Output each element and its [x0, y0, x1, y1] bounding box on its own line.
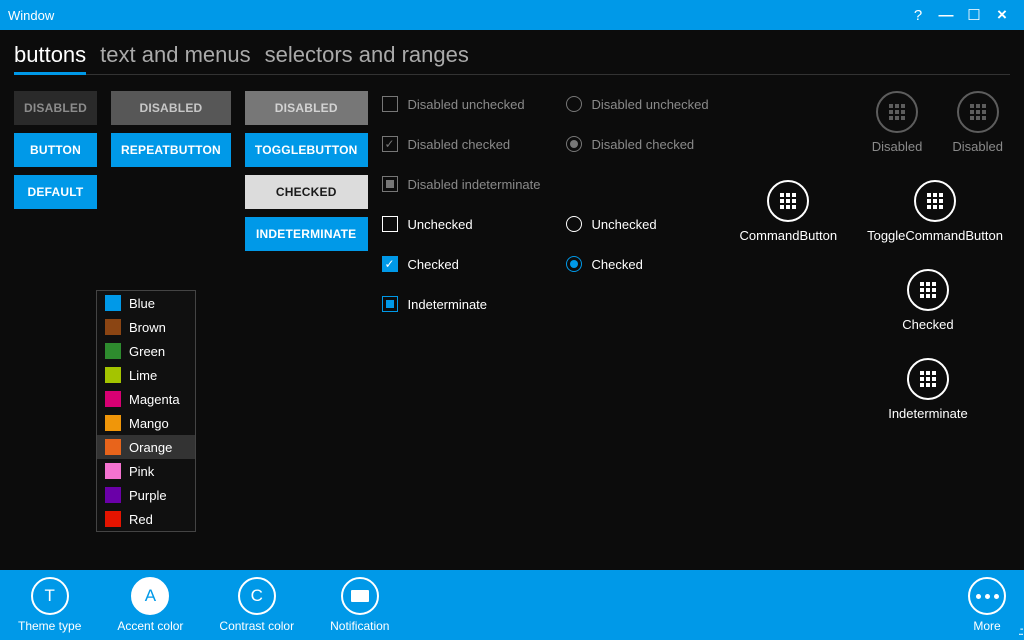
appbar: TTheme type AAccent color CContrast colo…: [0, 570, 1024, 640]
grid-icon: [889, 104, 905, 120]
checkbox-disabled-unchecked: Disabled unchecked: [382, 91, 552, 117]
default-button[interactable]: DEFAULT: [14, 175, 97, 209]
disabled-button-2: DISABLED: [111, 91, 231, 125]
color-label: Lime: [129, 368, 157, 383]
app-notification[interactable]: Notification: [330, 577, 389, 633]
color-swatch: [105, 391, 121, 407]
checkbox-col: Disabled unchecked Disabled checked Disa…: [382, 91, 552, 317]
cmd-checked[interactable]: Checked: [853, 269, 1003, 332]
color-label: Red: [129, 512, 153, 527]
cmd-indeterminate[interactable]: Indeterminate: [853, 358, 1003, 421]
tab-buttons[interactable]: buttons: [14, 42, 86, 75]
color-swatch: [105, 511, 121, 527]
repeat-button[interactable]: REPEATBUTTON: [111, 133, 231, 167]
cmd-disabled-2: Disabled: [952, 91, 1003, 154]
radio-disabled-unchecked: Disabled unchecked: [566, 91, 726, 117]
cmd-disabled-1: Disabled: [872, 91, 923, 154]
color-label: Brown: [129, 320, 166, 335]
tab-text-menus[interactable]: text and menus: [100, 42, 250, 72]
color-option-green[interactable]: Green: [97, 339, 195, 363]
color-label: Green: [129, 344, 165, 359]
button-col: DISABLED BUTTON DEFAULT: [14, 91, 97, 209]
color-option-red[interactable]: Red: [97, 507, 195, 531]
app-more[interactable]: More: [968, 577, 1006, 633]
rectangle-icon: [351, 590, 369, 602]
maximize-icon[interactable]: ☐: [960, 6, 988, 24]
color-swatch: [105, 319, 121, 335]
close-icon[interactable]: ×: [988, 5, 1016, 25]
titlebar: Window ? — ☐ ×: [0, 0, 1024, 30]
color-label: Orange: [129, 440, 172, 455]
color-option-blue[interactable]: Blue: [97, 291, 195, 315]
checkbox-checked[interactable]: Checked: [382, 251, 552, 277]
grid-icon: [920, 371, 936, 387]
color-label: Purple: [129, 488, 167, 503]
checked-button[interactable]: CHECKED: [245, 175, 368, 209]
indeterminate-button[interactable]: INDETERMINATE: [245, 217, 368, 251]
color-option-orange[interactable]: Orange: [97, 435, 195, 459]
repeat-col: DISABLED REPEATBUTTON: [111, 91, 231, 167]
command-buttons: Disabled Disabled CommandButton ToggleCo…: [740, 91, 1003, 421]
help-icon[interactable]: ?: [904, 7, 932, 24]
button[interactable]: BUTTON: [14, 133, 97, 167]
grid-icon: [927, 193, 943, 209]
color-label: Blue: [129, 296, 155, 311]
minimize-icon[interactable]: —: [932, 7, 960, 24]
cmd-commandbutton[interactable]: CommandButton: [740, 180, 838, 243]
color-label: Magenta: [129, 392, 180, 407]
radio-disabled-checked: Disabled checked: [566, 131, 726, 157]
grid-icon: [780, 193, 796, 209]
app-accent-color[interactable]: AAccent color: [117, 577, 183, 633]
tabs: buttons text and menus selectors and ran…: [14, 42, 1010, 75]
app-contrast-color[interactable]: CContrast color: [219, 577, 294, 633]
color-swatch: [105, 415, 121, 431]
color-swatch: [105, 463, 121, 479]
radio-checked[interactable]: Checked: [566, 251, 726, 277]
color-option-pink[interactable]: Pink: [97, 459, 195, 483]
color-option-purple[interactable]: Purple: [97, 483, 195, 507]
app-theme-type[interactable]: TTheme type: [18, 577, 81, 633]
checkbox-unchecked[interactable]: Unchecked: [382, 211, 552, 237]
color-option-mango[interactable]: Mango: [97, 411, 195, 435]
checkbox-indeterminate[interactable]: Indeterminate: [382, 291, 552, 317]
radio-col: Disabled unchecked Disabled checked Unch…: [566, 91, 726, 277]
disabled-button-3: DISABLED: [245, 91, 368, 125]
color-swatch: [105, 487, 121, 503]
resize-grip-icon[interactable]: .::: [1018, 624, 1022, 638]
grid-icon: [970, 104, 986, 120]
color-option-lime[interactable]: Lime: [97, 363, 195, 387]
cmd-togglecommandbutton[interactable]: ToggleCommandButton: [867, 180, 1003, 243]
accent-color-popup[interactable]: Blue Brown Green Lime Magenta Mango Orange Pink…: [96, 290, 196, 532]
color-swatch: [105, 343, 121, 359]
toggle-button[interactable]: TOGGLEBUTTON: [245, 133, 368, 167]
color-swatch: [105, 367, 121, 383]
radio-unchecked[interactable]: Unchecked: [566, 211, 726, 237]
toggle-col: DISABLED TOGGLEBUTTON CHECKED INDETERMIN…: [245, 91, 368, 251]
color-option-magenta[interactable]: Magenta: [97, 387, 195, 411]
checkbox-disabled-indeterminate: Disabled indeterminate: [382, 171, 552, 197]
grid-icon: [920, 282, 936, 298]
more-icon: [976, 594, 999, 599]
disabled-button-1: DISABLED: [14, 91, 97, 125]
window-title: Window: [8, 8, 904, 23]
color-label: Pink: [129, 464, 154, 479]
color-option-brown[interactable]: Brown: [97, 315, 195, 339]
checkbox-disabled-checked: Disabled checked: [382, 131, 552, 157]
color-swatch: [105, 439, 121, 455]
tab-selectors-ranges[interactable]: selectors and ranges: [265, 42, 469, 72]
content-area: buttons text and menus selectors and ran…: [0, 30, 1024, 570]
color-label: Mango: [129, 416, 169, 431]
color-swatch: [105, 295, 121, 311]
